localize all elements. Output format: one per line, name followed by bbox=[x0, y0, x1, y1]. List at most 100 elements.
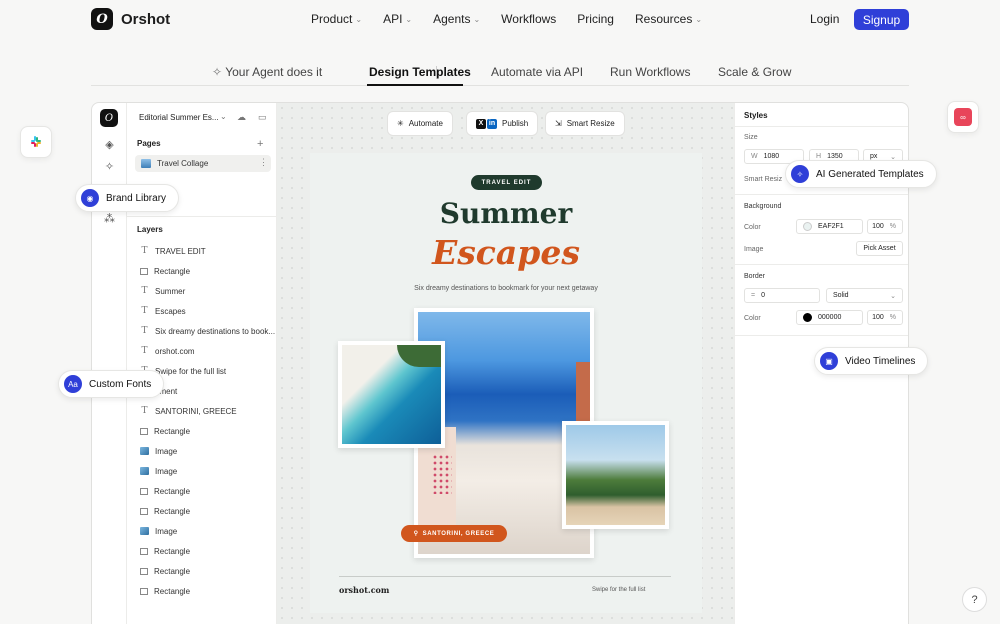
border-color-swatch[interactable] bbox=[803, 313, 812, 322]
bg-color-input[interactable]: EAF2F1 bbox=[796, 219, 863, 234]
nav-label: Workflows bbox=[501, 12, 557, 26]
smart-resize-button[interactable]: ⇲ Smart Resize bbox=[545, 111, 625, 136]
ai-templates-badge[interactable]: ✧ AI Generated Templates bbox=[785, 160, 937, 188]
text-icon: T bbox=[141, 286, 148, 296]
pick-asset-button[interactable]: Pick Asset bbox=[856, 241, 903, 256]
design-canvas[interactable]: ✳ Automate Xin Publish ⇲ Smart Resize TRAV… bbox=[277, 103, 734, 624]
nav-item-pricing[interactable]: Pricing bbox=[577, 12, 614, 26]
video-timelines-badge[interactable]: ▣ Video Timelines bbox=[814, 347, 929, 375]
login-link[interactable]: Login bbox=[810, 12, 839, 26]
help-button[interactable]: ? bbox=[962, 587, 987, 612]
nav-item-workflows[interactable]: Workflows bbox=[501, 12, 556, 26]
video-icon: ▣ bbox=[820, 352, 838, 370]
footer-swipe[interactable]: Swipe for the full list bbox=[592, 587, 645, 593]
border-label: Border bbox=[744, 273, 766, 280]
w-value: 1080 bbox=[763, 153, 780, 160]
bg-color-swatch[interactable] bbox=[803, 222, 812, 231]
document-title[interactable]: Editorial Summer Es... bbox=[139, 113, 219, 122]
nav-label: Pricing bbox=[577, 12, 614, 26]
travel-edit-pill[interactable]: TRAVEL EDIT bbox=[471, 175, 542, 190]
nav-item-resources[interactable]: Resources ⌄ bbox=[635, 12, 702, 26]
orshot-logo-icon[interactable]: O bbox=[100, 109, 118, 127]
cloud-icon[interactable]: ☁ bbox=[237, 112, 246, 123]
brand-library-badge[interactable]: ◉ Brand Library bbox=[75, 184, 180, 212]
unit-value: px bbox=[870, 153, 878, 160]
layer-item[interactable]: Rectangle bbox=[140, 424, 190, 438]
design-subtitle[interactable]: Six dreamy destinations to bookmark for … bbox=[310, 285, 702, 292]
layer-item[interactable]: T TRAVEL EDIT bbox=[140, 244, 205, 258]
page-item[interactable]: Travel Collage ⋮ bbox=[135, 155, 271, 172]
sea-photo[interactable] bbox=[338, 341, 445, 448]
location-tag[interactable]: ⚲ SANTORINI, GREECE bbox=[401, 525, 507, 542]
button-label: Publish bbox=[502, 119, 529, 128]
border-color-input[interactable]: 000000 bbox=[796, 310, 863, 325]
layer-label: Rectangle bbox=[154, 506, 191, 516]
publish-button[interactable]: Xin Publish bbox=[466, 111, 539, 136]
tab-agent[interactable]: ✧ Your Agent does it bbox=[212, 65, 322, 79]
headline-escapes[interactable]: Escapes bbox=[310, 233, 702, 272]
tab-run-workflows[interactable]: Run Workflows bbox=[610, 65, 690, 79]
tab-design-templates[interactable]: Design Templates bbox=[369, 65, 471, 79]
border-width-input[interactable]: = 0 bbox=[744, 288, 820, 303]
signup-button[interactable]: Signup bbox=[854, 9, 909, 30]
more-icon[interactable]: ⋮ bbox=[259, 157, 268, 168]
beach-photo[interactable] bbox=[562, 421, 669, 529]
slack-logo bbox=[31, 136, 41, 147]
layers-icon[interactable]: ◈ bbox=[103, 139, 116, 152]
badge-label: Video Timelines bbox=[845, 355, 916, 367]
layer-item[interactable]: Image bbox=[140, 464, 177, 478]
automate-button[interactable]: ✳ Automate bbox=[387, 111, 453, 136]
headline-summer[interactable]: Summer bbox=[310, 197, 702, 230]
sea-image bbox=[342, 345, 441, 444]
layer-item[interactable]: T Six dreamy destinations to book... bbox=[140, 324, 275, 338]
panel-divider bbox=[735, 264, 908, 265]
nav-label: Resources bbox=[634, 12, 693, 26]
nav-item-agents[interactable]: Agents ⌄ bbox=[433, 12, 480, 26]
layer-label: orshot.com bbox=[155, 346, 195, 356]
badge-label: AI Generated Templates bbox=[816, 168, 924, 180]
layers-panel: Editorial Summer Es... ⌄ ☁ ▭ Pages + Tra… bbox=[127, 103, 277, 624]
layer-item[interactable]: Image bbox=[140, 444, 177, 458]
resize-icon: ⇲ bbox=[555, 119, 562, 128]
tab-automate-api[interactable]: Automate via API bbox=[491, 65, 583, 79]
layer-label: Six dreamy destinations to book... bbox=[155, 326, 276, 336]
layer-item[interactable]: Rectangle bbox=[140, 584, 190, 598]
layer-label: Swipe for the full list bbox=[155, 366, 227, 376]
layer-label: Image bbox=[155, 466, 178, 476]
location-pin-icon: ⚲ bbox=[413, 531, 419, 537]
orshot-logo-icon: O bbox=[91, 8, 113, 30]
sidebar-toggle-icon[interactable]: ▭ bbox=[258, 112, 267, 123]
layer-item[interactable]: T SANTORINI, GREECE bbox=[140, 404, 236, 418]
footer-site[interactable]: orshot.com bbox=[339, 585, 389, 595]
chevron-down-icon: ⌄ bbox=[355, 14, 363, 24]
brand-logo[interactable]: O Orshot bbox=[91, 8, 170, 30]
border-style-value: Solid bbox=[833, 292, 849, 299]
slack-icon[interactable] bbox=[20, 126, 52, 158]
layer-item[interactable]: Image bbox=[140, 524, 177, 538]
tab-scale-grow[interactable]: Scale & Grow bbox=[718, 65, 791, 79]
layer-item[interactable]: Rectangle bbox=[140, 484, 190, 498]
chevron-down-icon[interactable]: ⌄ bbox=[220, 112, 227, 121]
nav-label: Product bbox=[311, 12, 353, 26]
text-icon: T bbox=[141, 326, 148, 336]
text-icon: T bbox=[141, 306, 148, 316]
layer-item[interactable]: Rectangle bbox=[140, 564, 190, 578]
layer-item[interactable]: T Summer bbox=[140, 284, 185, 298]
layer-item[interactable]: Torshot.com bbox=[140, 344, 195, 358]
nav-item-api[interactable]: API ⌄ bbox=[383, 12, 412, 26]
layer-item[interactable]: Rectangle bbox=[140, 264, 190, 278]
integration-icon[interactable]: ∞ bbox=[947, 101, 979, 133]
sparkle-icon[interactable]: ✧ bbox=[103, 161, 116, 174]
layer-label: Summer bbox=[155, 286, 186, 296]
layer-item[interactable]: Rectangle bbox=[140, 544, 190, 558]
custom-fonts-badge[interactable]: Aa Custom Fonts bbox=[58, 370, 165, 398]
nav-item-product[interactable]: Product ⌄ bbox=[311, 12, 362, 26]
design-artboard[interactable]: TRAVEL EDIT Summer Escapes Six dreamy de… bbox=[310, 153, 702, 613]
border-opacity-input[interactable]: 100% bbox=[867, 310, 903, 325]
border-style-select[interactable]: Solid ⌄ bbox=[826, 288, 903, 303]
layer-item[interactable]: T Escapes bbox=[140, 304, 185, 318]
add-page-icon[interactable]: + bbox=[257, 138, 263, 150]
layer-item[interactable]: Rectangle bbox=[140, 504, 190, 518]
components-icon[interactable]: ⁂ bbox=[103, 213, 116, 226]
bg-opacity-input[interactable]: 100% bbox=[867, 219, 903, 234]
